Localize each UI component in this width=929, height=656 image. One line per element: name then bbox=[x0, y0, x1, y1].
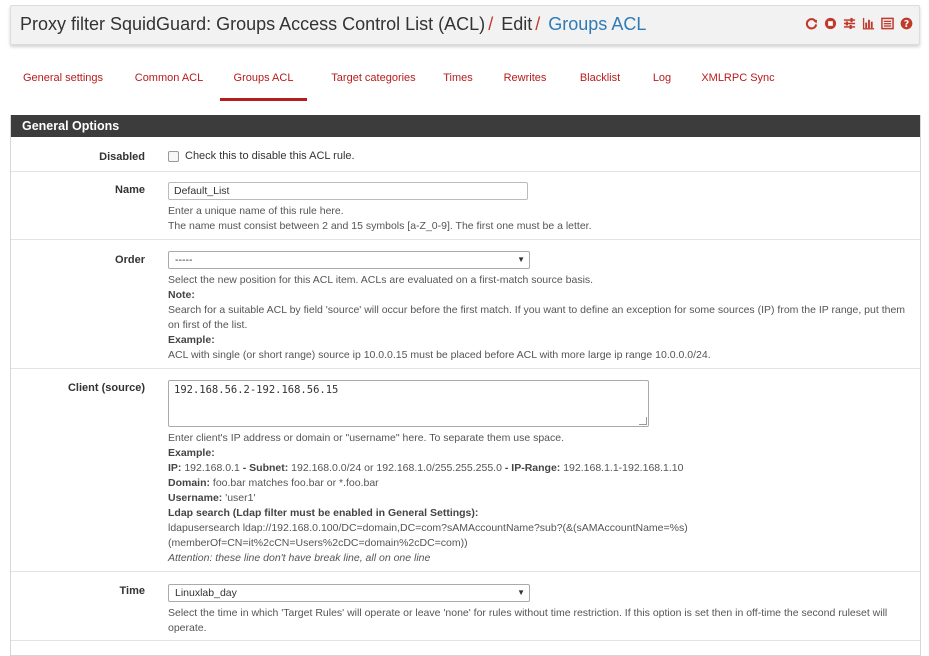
chart-icon[interactable] bbox=[862, 17, 875, 30]
client-help: Enter client's IP address or domain or "… bbox=[168, 431, 914, 566]
order-note-label: Note: bbox=[168, 289, 195, 301]
ldap-label: Ldap search (Ldap filter must be enabled… bbox=[168, 507, 479, 519]
help-icon[interactable]: ? bbox=[900, 17, 913, 30]
attention-line: Attention: these line don't have break l… bbox=[168, 551, 914, 566]
order-label: Order bbox=[115, 254, 145, 266]
disabled-control: Check this to disable this ACL rule. bbox=[168, 150, 914, 162]
client-ldap-label-line: Ldap search (Ldap filter must be enabled… bbox=[168, 506, 914, 521]
order-select-value: ----- bbox=[175, 254, 193, 266]
attention-text: Attention: these line don't have break l… bbox=[168, 552, 431, 564]
svg-text:?: ? bbox=[904, 19, 909, 30]
ldap-line: ldapusersearch ldap://192.168.0.100/DC=d… bbox=[168, 522, 688, 534]
breadcrumb-separator: / bbox=[535, 14, 541, 34]
tab-xmlrpc-sync[interactable]: XMLRPC Sync bbox=[698, 64, 778, 98]
resize-grip-icon[interactable] bbox=[639, 417, 647, 425]
client-control: 192.168.56.2-192.168.56.15 Enter client'… bbox=[168, 380, 914, 566]
settings-sliders-icon[interactable] bbox=[843, 17, 856, 30]
order-example: Example: bbox=[168, 333, 914, 348]
client-example: Example: bbox=[168, 446, 914, 461]
breadcrumb-edit: Edit bbox=[501, 14, 533, 34]
breadcrumb-groups-acl-link[interactable]: Groups ACL bbox=[548, 14, 646, 34]
name-control: Enter a unique name of this rule here. T… bbox=[168, 182, 914, 234]
client-ip-line: IP: 192.168.0.1 - Subnet: 192.168.0.0/24… bbox=[168, 461, 914, 476]
subnet-value: 192.168.0.0/24 or 192.168.1.0/255.255.25… bbox=[291, 462, 502, 474]
name-label: Name bbox=[115, 184, 145, 196]
page-header: Proxy filter SquidGuard: Groups Access C… bbox=[10, 5, 920, 45]
domain-label: Domain: bbox=[168, 477, 210, 489]
range-label: - IP-Range: bbox=[504, 462, 561, 474]
client-example-label: Example: bbox=[168, 447, 215, 459]
tab-groups-acl[interactable]: Groups ACL bbox=[220, 64, 307, 101]
disabled-label: Disabled bbox=[99, 151, 145, 163]
time-row: Time Linuxlab_day ▼ Select the time in w… bbox=[11, 572, 920, 641]
header-icon-group: ? bbox=[805, 17, 913, 30]
order-control: ----- ▼ Select the new position for this… bbox=[168, 251, 914, 363]
ldap-line: (memberOf=CN=it%2cCN=Users%2cDC=domain%2… bbox=[168, 537, 468, 549]
time-select[interactable]: Linuxlab_day ▼ bbox=[168, 584, 530, 602]
order-row: Order ----- ▼ Select the new position fo… bbox=[11, 240, 920, 369]
subnet-label: - Subnet: bbox=[242, 462, 289, 474]
tab-times[interactable]: Times bbox=[437, 64, 479, 98]
client-label: Client (source) bbox=[67, 382, 145, 394]
time-select-value: Linuxlab_day bbox=[175, 587, 237, 599]
order-help-line: Select the new position for this ACL ite… bbox=[168, 274, 594, 286]
tab-log[interactable]: Log bbox=[647, 64, 677, 98]
disabled-row: Disabled Check this to disable this ACL … bbox=[11, 137, 920, 172]
page-title: Proxy filter SquidGuard: Groups Access C… bbox=[20, 14, 486, 34]
username-value: 'user1' bbox=[225, 492, 256, 504]
order-select[interactable]: ----- ▼ bbox=[168, 251, 530, 269]
chevron-down-icon: ▼ bbox=[517, 255, 525, 264]
name-help: Enter a unique name of this rule here. T… bbox=[168, 204, 914, 234]
range-value: 192.168.1.1-192.168.1.10 bbox=[563, 462, 684, 474]
chevron-down-icon: ▼ bbox=[517, 588, 525, 597]
name-input[interactable] bbox=[168, 182, 528, 200]
tab-common-acl[interactable]: Common ACL bbox=[125, 64, 213, 98]
tab-rewrites[interactable]: Rewrites bbox=[499, 64, 551, 98]
stop-icon[interactable] bbox=[824, 17, 837, 30]
client-help-line: Enter client's IP address or domain or "… bbox=[168, 432, 565, 444]
panel-title: General Options bbox=[11, 115, 920, 137]
order-note: Note: bbox=[168, 288, 914, 303]
username-label: Username: bbox=[168, 492, 223, 504]
client-domain-line: Domain: foo.bar matches foo.bar or *.foo… bbox=[168, 476, 914, 491]
order-note-text: Search for a suitable ACL by field 'sour… bbox=[168, 304, 906, 331]
client-row: Client (source) 192.168.56.2-192.168.56.… bbox=[11, 369, 920, 572]
client-username-line: Username: 'user1' bbox=[168, 491, 914, 506]
list-icon[interactable] bbox=[881, 17, 894, 30]
tab-general-settings[interactable]: General settings bbox=[13, 64, 113, 98]
client-textarea[interactable]: 192.168.56.2-192.168.56.15 bbox=[168, 380, 649, 427]
name-row: Name Enter a unique name of this rule he… bbox=[11, 172, 920, 240]
tab-blacklist[interactable]: Blacklist bbox=[573, 64, 627, 98]
client-textarea-value: 192.168.56.2-192.168.56.15 bbox=[174, 384, 339, 396]
order-example-text: ACL with single (or short range) source … bbox=[168, 349, 711, 361]
tab-target-categories[interactable]: Target categories bbox=[319, 64, 428, 98]
time-control: Linuxlab_day ▼ Select the time in which … bbox=[168, 584, 914, 636]
disabled-checkbox-text: Check this to disable this ACL rule. bbox=[185, 150, 355, 162]
order-help: Select the new position for this ACL ite… bbox=[168, 273, 914, 363]
name-help-line: The name must consist between 2 and 15 s… bbox=[168, 220, 592, 232]
general-options-panel: General Options Disabled Check this to d… bbox=[10, 115, 921, 656]
name-help-line: Enter a unique name of this rule here. bbox=[168, 205, 344, 217]
ip-value: 192.168.0.1 bbox=[184, 462, 240, 474]
disabled-checkbox[interactable] bbox=[168, 150, 179, 162]
domain-value: foo.bar matches foo.bar or *.foo.bar bbox=[212, 477, 379, 489]
restart-icon[interactable] bbox=[805, 17, 818, 30]
time-help: Select the time in which 'Target Rules' … bbox=[168, 607, 888, 634]
breadcrumb-separator: / bbox=[488, 14, 494, 34]
order-example-label: Example: bbox=[168, 334, 215, 346]
breadcrumb: Proxy filter SquidGuard: Groups Access C… bbox=[20, 14, 646, 35]
time-label: Time bbox=[119, 585, 145, 597]
ip-label: IP: bbox=[168, 462, 182, 474]
